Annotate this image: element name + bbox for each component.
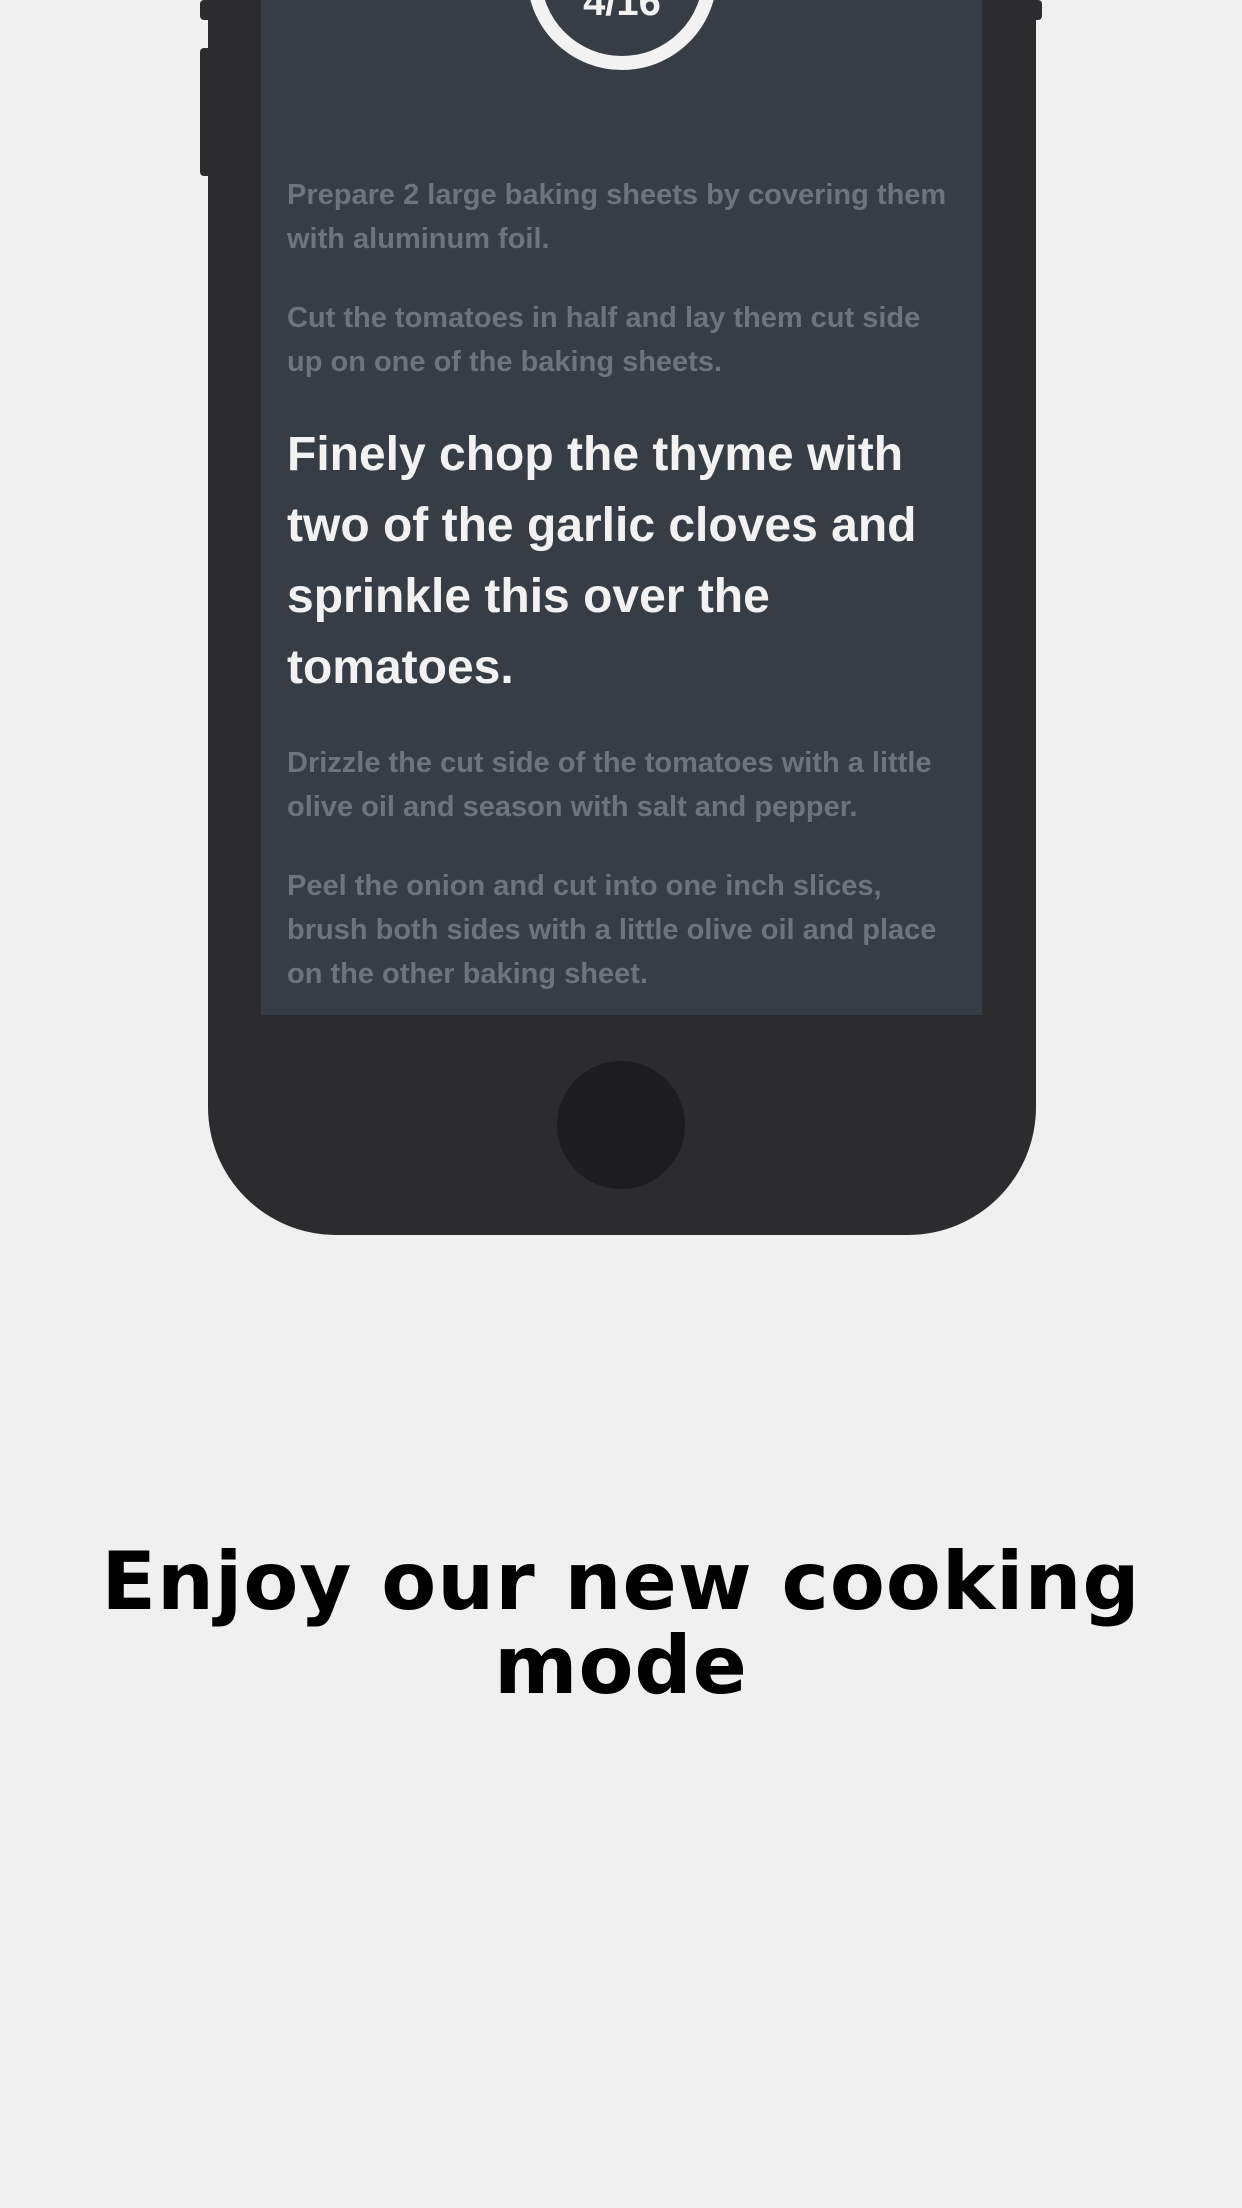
recipe-steps-list: Prepare 2 large baking sheets by coverin… xyxy=(287,173,959,1015)
phone-mockup: 4/16 Prepare 2 large baking sheets by co… xyxy=(208,0,1036,1235)
recipe-step-current[interactable]: Finely chop the thyme with two of the ga… xyxy=(287,419,959,703)
recipe-step[interactable]: Cut the tomatoes in half and lay them cu… xyxy=(287,296,959,384)
step-progress-ring: 4/16 xyxy=(527,0,717,85)
home-button[interactable] xyxy=(557,1061,685,1189)
cooking-mode-screen: 4/16 Prepare 2 large baking sheets by co… xyxy=(261,0,982,1015)
step-progress-circle: 4/16 xyxy=(527,0,717,70)
promo-headline: Enjoy our new cooking mode xyxy=(101,1535,1141,1712)
step-counter: 4/16 xyxy=(583,0,661,24)
recipe-step[interactable]: Drizzle the cut side of the tomatoes wit… xyxy=(287,741,959,829)
recipe-step[interactable]: Peel the onion and cut into one inch sli… xyxy=(287,864,959,996)
recipe-step[interactable]: Prepare 2 large baking sheets by coverin… xyxy=(287,173,959,261)
